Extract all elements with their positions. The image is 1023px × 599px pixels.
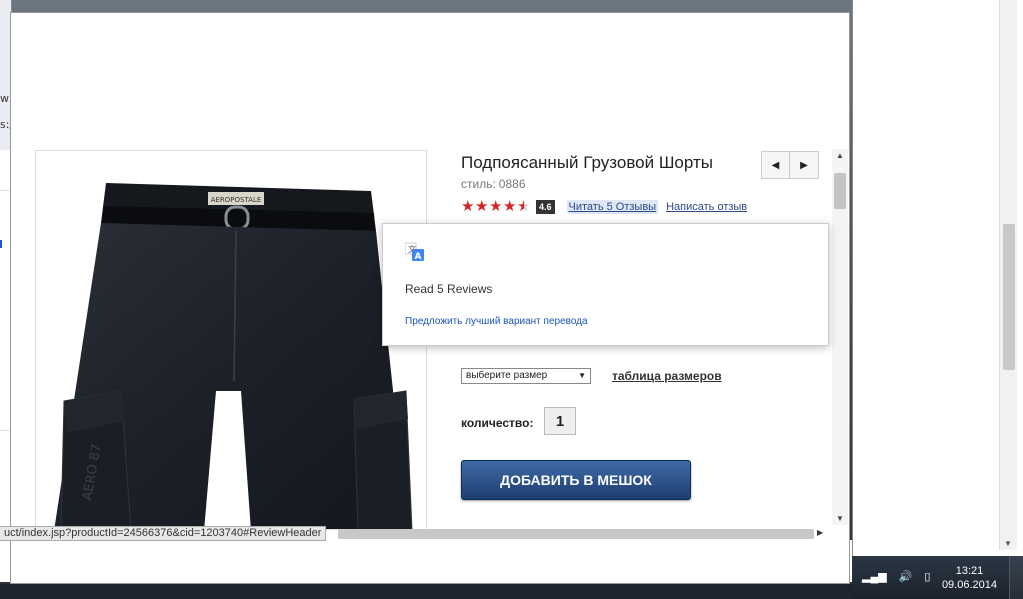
write-review-link[interactable]: Написать отзыв <box>666 201 747 213</box>
star-icon: ★ <box>475 198 489 215</box>
style-number: 0886 <box>498 177 526 191</box>
star-icon: ★ <box>503 198 517 215</box>
clock[interactable]: 13:21 09.06.2014 <box>942 564 997 592</box>
svg-text:A: A <box>415 252 422 262</box>
size-select[interactable]: выберите размер ▼ <box>461 368 591 384</box>
translate-popup: 文 A Read 5 Reviews Предложить лучший вар… <box>382 223 829 346</box>
rating-stars: ★ ★ ★ ★ ★ <box>461 199 531 215</box>
product-title: Подпоясанный Грузовой Шорты <box>461 153 713 172</box>
rating-badge: 4.6 <box>536 200 555 214</box>
network-icon[interactable]: ▂▄▆ <box>862 570 887 583</box>
clock-date: 09.06.2014 <box>941 579 997 591</box>
scrollbar-thumb[interactable] <box>1003 224 1015 370</box>
dropdown-caret-icon: ▼ <box>578 371 586 380</box>
background-window-right <box>852 0 1023 560</box>
product-navigation: ◀ ▶ <box>761 151 819 179</box>
svg-text:AEROPOSTALE: AEROPOSTALE <box>211 196 262 204</box>
size-select-value: выберите размер <box>466 370 548 381</box>
scroll-up-arrow-icon[interactable]: ▲ <box>836 151 844 160</box>
volume-icon[interactable]: 🔊 <box>899 570 913 583</box>
product-image: AEROPOSTALE AERO 87 <box>35 150 427 530</box>
read-reviews-link[interactable]: Читать 5 Отзывы <box>566 200 659 214</box>
show-desktop-button[interactable] <box>1009 556 1023 599</box>
clock-time: 13:21 <box>955 565 984 577</box>
arrow-right-icon: ▶ <box>800 159 808 171</box>
rating-row: ★ ★ ★ ★ ★ 4.6 Читать 5 Отзывы Написать о… <box>461 199 747 215</box>
arrow-left-icon: ◀ <box>771 159 780 171</box>
tray-icons: ▂▄▆ 🔊 ▯ <box>862 570 930 583</box>
horizontal-scrollbar[interactable] <box>338 529 814 539</box>
status-bar-url: uct/index.jsp?productId=24566376&cid=120… <box>0 526 327 541</box>
suggest-translation-link[interactable]: Предложить лучший вариант перевода <box>405 316 588 327</box>
star-icon: ★ <box>489 198 503 215</box>
add-to-bag-button[interactable]: ДОБАВИТЬ В МЕШОК <box>461 460 691 500</box>
system-tray: ▂▄▆ 🔊 ▯ 13:21 09.06.2014 <box>852 556 1023 599</box>
battery-icon[interactable]: ▯ <box>924 570 930 583</box>
scroll-right-arrow-icon[interactable]: ▶ <box>817 528 823 537</box>
quantity-label: количество: <box>461 416 534 430</box>
product-style: стиль: 0886 <box>461 177 529 191</box>
size-chart-link[interactable]: таблица размеров <box>612 369 722 383</box>
next-product-button[interactable]: ▶ <box>790 151 819 179</box>
style-label: стиль: <box>461 177 496 191</box>
half-star-icon: ★ <box>517 198 531 215</box>
translated-text: Read 5 Reviews <box>405 282 493 296</box>
modal-scrollbar[interactable]: ▲ ▼ <box>832 149 848 525</box>
quantity-input[interactable]: 1 <box>544 407 576 435</box>
scroll-down-arrow-icon[interactable]: ▼ <box>836 514 844 523</box>
cargo-shorts-image: AEROPOSTALE AERO 87 <box>54 183 413 529</box>
background-scrollbar[interactable]: ▼ <box>999 0 1017 550</box>
previous-product-button[interactable]: ◀ <box>761 151 790 179</box>
left-window-text-fragment: w <box>0 92 9 105</box>
scroll-down-arrow-icon[interactable]: ▼ <box>1004 539 1012 548</box>
google-translate-icon: 文 A <box>405 242 424 262</box>
modal-scrollbar-thumb[interactable] <box>834 173 846 209</box>
star-icon: ★ <box>461 198 475 215</box>
